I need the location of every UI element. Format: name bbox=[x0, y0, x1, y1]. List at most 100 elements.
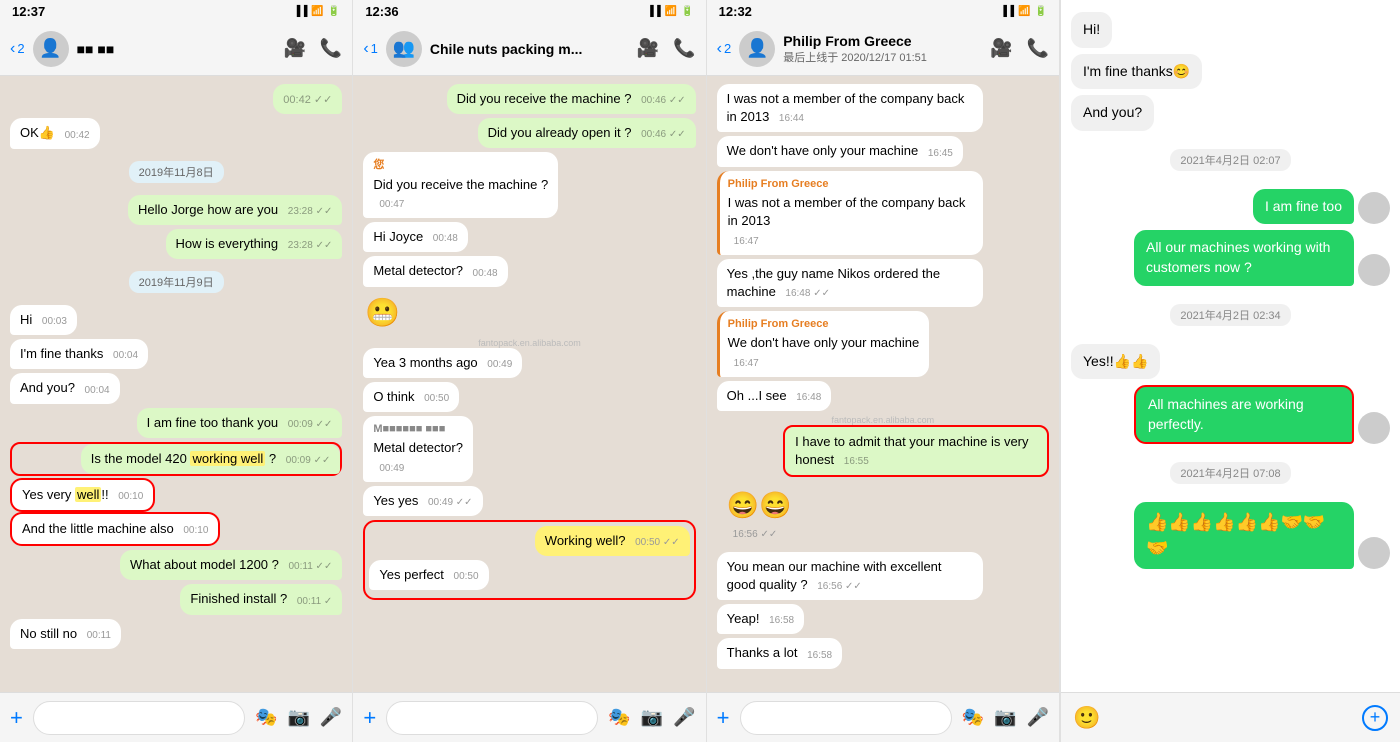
message-input-3[interactable] bbox=[740, 701, 952, 735]
working-well-block: Working well? 00:50 ✓✓ Yes perfect 00:50 bbox=[363, 520, 695, 600]
message-input-1[interactable] bbox=[33, 701, 245, 735]
mic-icon-3[interactable]: 🎤 bbox=[1027, 707, 1049, 728]
msg-dont-have-only: We don't have only your machine 16:45 bbox=[717, 136, 1049, 166]
back-button-1[interactable]: ‹ 2 bbox=[10, 40, 25, 58]
chat-panel-4: Hi! I'm fine thanks😊 And you? 2021年4月2日 … bbox=[1060, 0, 1400, 742]
msg-yes-very-well: Yes very well!! 00:10 bbox=[10, 478, 342, 512]
call-icon-3[interactable]: 📞 bbox=[1027, 38, 1049, 59]
date-divider-p4-1: 2021年4月2日 02:07 bbox=[1071, 141, 1390, 179]
chat-header-1: ‹ 2 👤 ■■ ■■ 🎥 📞 bbox=[0, 22, 352, 76]
chat-footer-2: + 🎭 📷 🎤 bbox=[353, 692, 705, 742]
msg-p4-all-machines-perfectly: All machines are working perfectly. bbox=[1071, 385, 1390, 444]
chat-header-3: ‹ 2 👤 Philip From Greece 最后上线于 2020/12/1… bbox=[707, 22, 1059, 76]
back-count-1: 2 bbox=[17, 41, 24, 56]
msg-group-marco: M■■■■■■ ■■■ Metal detector? 00:49 bbox=[363, 416, 695, 482]
msg-philip-block1: Philip From Greece I was not a member of… bbox=[717, 171, 1049, 255]
msg-finished-install: Finished install ? 00:11 ✓ bbox=[10, 584, 342, 614]
status-bar-1: 12:37 ▐▐ 📶 🔋 bbox=[0, 0, 352, 22]
sticker-icon-3[interactable]: 🎭 bbox=[962, 707, 984, 728]
msg-sent-time: 00:42 ✓✓ bbox=[10, 84, 342, 114]
video-icon-1[interactable]: 🎥 bbox=[283, 38, 305, 59]
chat-panel-2: 12:36 ▐▐ 📶 🔋 ‹ 1 👥 Chile nuts packing m.… bbox=[353, 0, 706, 742]
msg-philip-block2: Philip From Greece We don't have only yo… bbox=[717, 311, 1049, 377]
contact-name-1: ■■ ■■ bbox=[77, 41, 276, 57]
msg-yes-yes: Yes yes 00:49 ✓✓ bbox=[363, 486, 695, 516]
plus-button-3[interactable]: + bbox=[717, 705, 730, 731]
msg-and-you: And you? 00:04 bbox=[10, 373, 342, 403]
video-icon-2[interactable]: 🎥 bbox=[637, 38, 659, 59]
msg-how-is-everything: How is everything 23:28 ✓✓ bbox=[10, 229, 342, 259]
status-time-1: 12:37 bbox=[12, 4, 45, 19]
chat-panel-3: 12:32 ▐▐ 📶 🔋 ‹ 2 👤 Philip From Greece 最后… bbox=[707, 0, 1060, 742]
msg-emoji-grin: 😬 bbox=[363, 291, 695, 334]
contact-status-3: 最后上线于 2020/12/17 01:51 bbox=[783, 49, 982, 65]
msg-3months: Yea 3 months ago 00:49 bbox=[363, 348, 695, 378]
contact-name-3: Philip From Greece bbox=[783, 33, 982, 49]
msg-oh-i-see: Oh ...I see 16:48 bbox=[717, 381, 1049, 411]
msg-emoji-happy: 😄😄 16:56 ✓✓ bbox=[717, 481, 1049, 548]
plus-button-1[interactable]: + bbox=[10, 705, 23, 731]
call-icon-1[interactable]: 📞 bbox=[320, 38, 342, 59]
msg-p4-machines-working: All our machines working with customers … bbox=[1071, 230, 1390, 285]
date-divider-p4-2: 2021年4月2日 02:34 bbox=[1071, 296, 1390, 334]
status-icons-1: ▐▐ 📶 🔋 bbox=[293, 6, 340, 17]
back-count-3: 2 bbox=[724, 41, 731, 56]
status-icons-3: ▐▐ 📶 🔋 bbox=[1000, 6, 1047, 17]
action-icons-1: 🎥 📞 bbox=[283, 38, 342, 59]
plus-circle-button-4[interactable]: + bbox=[1362, 705, 1388, 731]
chat-body-2: Did you receive the machine ? 00:46 ✓✓ D… bbox=[353, 76, 705, 692]
plus-button-2[interactable]: + bbox=[363, 705, 376, 731]
msg-p4-hi: Hi! bbox=[1071, 12, 1390, 48]
msg-model420: Is the model 420 working well ? 00:09 ✓✓ bbox=[10, 442, 342, 476]
call-icon-2[interactable]: 📞 bbox=[673, 38, 695, 59]
msg-sent-open: Did you already open it ? 00:46 ✓✓ bbox=[363, 118, 695, 148]
watermark-2a: fantopack.en.alibaba.com bbox=[363, 338, 695, 348]
msg-o-think: O think 00:50 bbox=[363, 382, 695, 412]
sent-avatar-p4b bbox=[1358, 254, 1390, 286]
back-button-3[interactable]: ‹ 2 bbox=[717, 40, 732, 58]
sticker-icon-2[interactable]: 🎭 bbox=[608, 707, 630, 728]
video-icon-3[interactable]: 🎥 bbox=[990, 38, 1012, 59]
msg-ok: OK👍 00:42 bbox=[10, 118, 342, 148]
chat-body-4: Hi! I'm fine thanks😊 And you? 2021年4月2日 … bbox=[1061, 0, 1400, 692]
msg-p4-am-fine-too: I am fine too bbox=[1071, 189, 1390, 225]
emoji-button-4[interactable]: 🙂 bbox=[1073, 705, 1100, 731]
msg-fine-too: I am fine too thank you 00:09 ✓✓ bbox=[10, 408, 342, 438]
avatar-2: 👥 bbox=[386, 31, 422, 67]
sticker-icon-1[interactable]: 🎭 bbox=[255, 707, 277, 728]
status-time-2: 12:36 bbox=[365, 4, 398, 19]
chat-footer-1: + 🎭 📷 🎤 bbox=[0, 692, 352, 742]
status-bar-3: 12:32 ▐▐ 📶 🔋 bbox=[707, 0, 1059, 22]
msg-very-honest: I have to admit that your machine is ver… bbox=[717, 425, 1049, 477]
status-bar-2: 12:36 ▐▐ 📶 🔋 bbox=[353, 0, 705, 22]
msg-model1200: What about model 1200 ? 00:11 ✓✓ bbox=[10, 550, 342, 580]
msg-little-machine: And the little machine also 00:10 bbox=[10, 512, 342, 546]
msg-yeap: Yeap! 16:58 bbox=[717, 604, 1049, 634]
contact-info-2: Chile nuts packing m... bbox=[430, 41, 629, 57]
camera-icon-1[interactable]: 📷 bbox=[287, 707, 309, 728]
msg-working-well: Working well? 00:50 ✓✓ bbox=[369, 526, 689, 556]
msg-hi-joyce: Hi Joyce 00:48 bbox=[363, 222, 695, 252]
sent-avatar-p4 bbox=[1358, 192, 1390, 224]
msg-p4-emoji-hands: 👍👍👍👍👍👍🤝🤝🤝 bbox=[1071, 502, 1390, 568]
mic-icon-2[interactable]: 🎤 bbox=[673, 707, 695, 728]
msg-yes-perfect: Yes perfect 00:50 bbox=[369, 560, 689, 590]
watermark-3: fantopack.en.alibaba.com bbox=[717, 415, 1049, 425]
camera-icon-3[interactable]: 📷 bbox=[994, 707, 1016, 728]
back-button-2[interactable]: ‹ 1 bbox=[363, 40, 378, 58]
camera-icon-2[interactable]: 📷 bbox=[641, 707, 663, 728]
sent-avatar-p4c bbox=[1358, 412, 1390, 444]
sent-avatar-p4d bbox=[1358, 537, 1390, 569]
msg-metal-detector-q1: Metal detector? 00:48 bbox=[363, 256, 695, 286]
avatar-1: 👤 bbox=[33, 31, 69, 67]
contact-info-3: Philip From Greece 最后上线于 2020/12/17 01:5… bbox=[783, 33, 982, 65]
action-icons-2: 🎥 📞 bbox=[637, 38, 696, 59]
avatar-3: 👤 bbox=[739, 31, 775, 67]
message-input-2[interactable] bbox=[386, 701, 598, 735]
mic-icon-1[interactable]: 🎤 bbox=[320, 707, 342, 728]
msg-group-receive: 您 Did you receive the machine ? 00:47 bbox=[363, 152, 695, 218]
contact-info-1: ■■ ■■ bbox=[77, 41, 276, 57]
action-icons-3: 🎥 📞 bbox=[990, 38, 1049, 59]
status-icons-2: ▐▐ 📶 🔋 bbox=[647, 6, 694, 17]
chat-body-1: 00:42 ✓✓ OK👍 00:42 2019年11月8日 Hello Jorg… bbox=[0, 76, 352, 692]
